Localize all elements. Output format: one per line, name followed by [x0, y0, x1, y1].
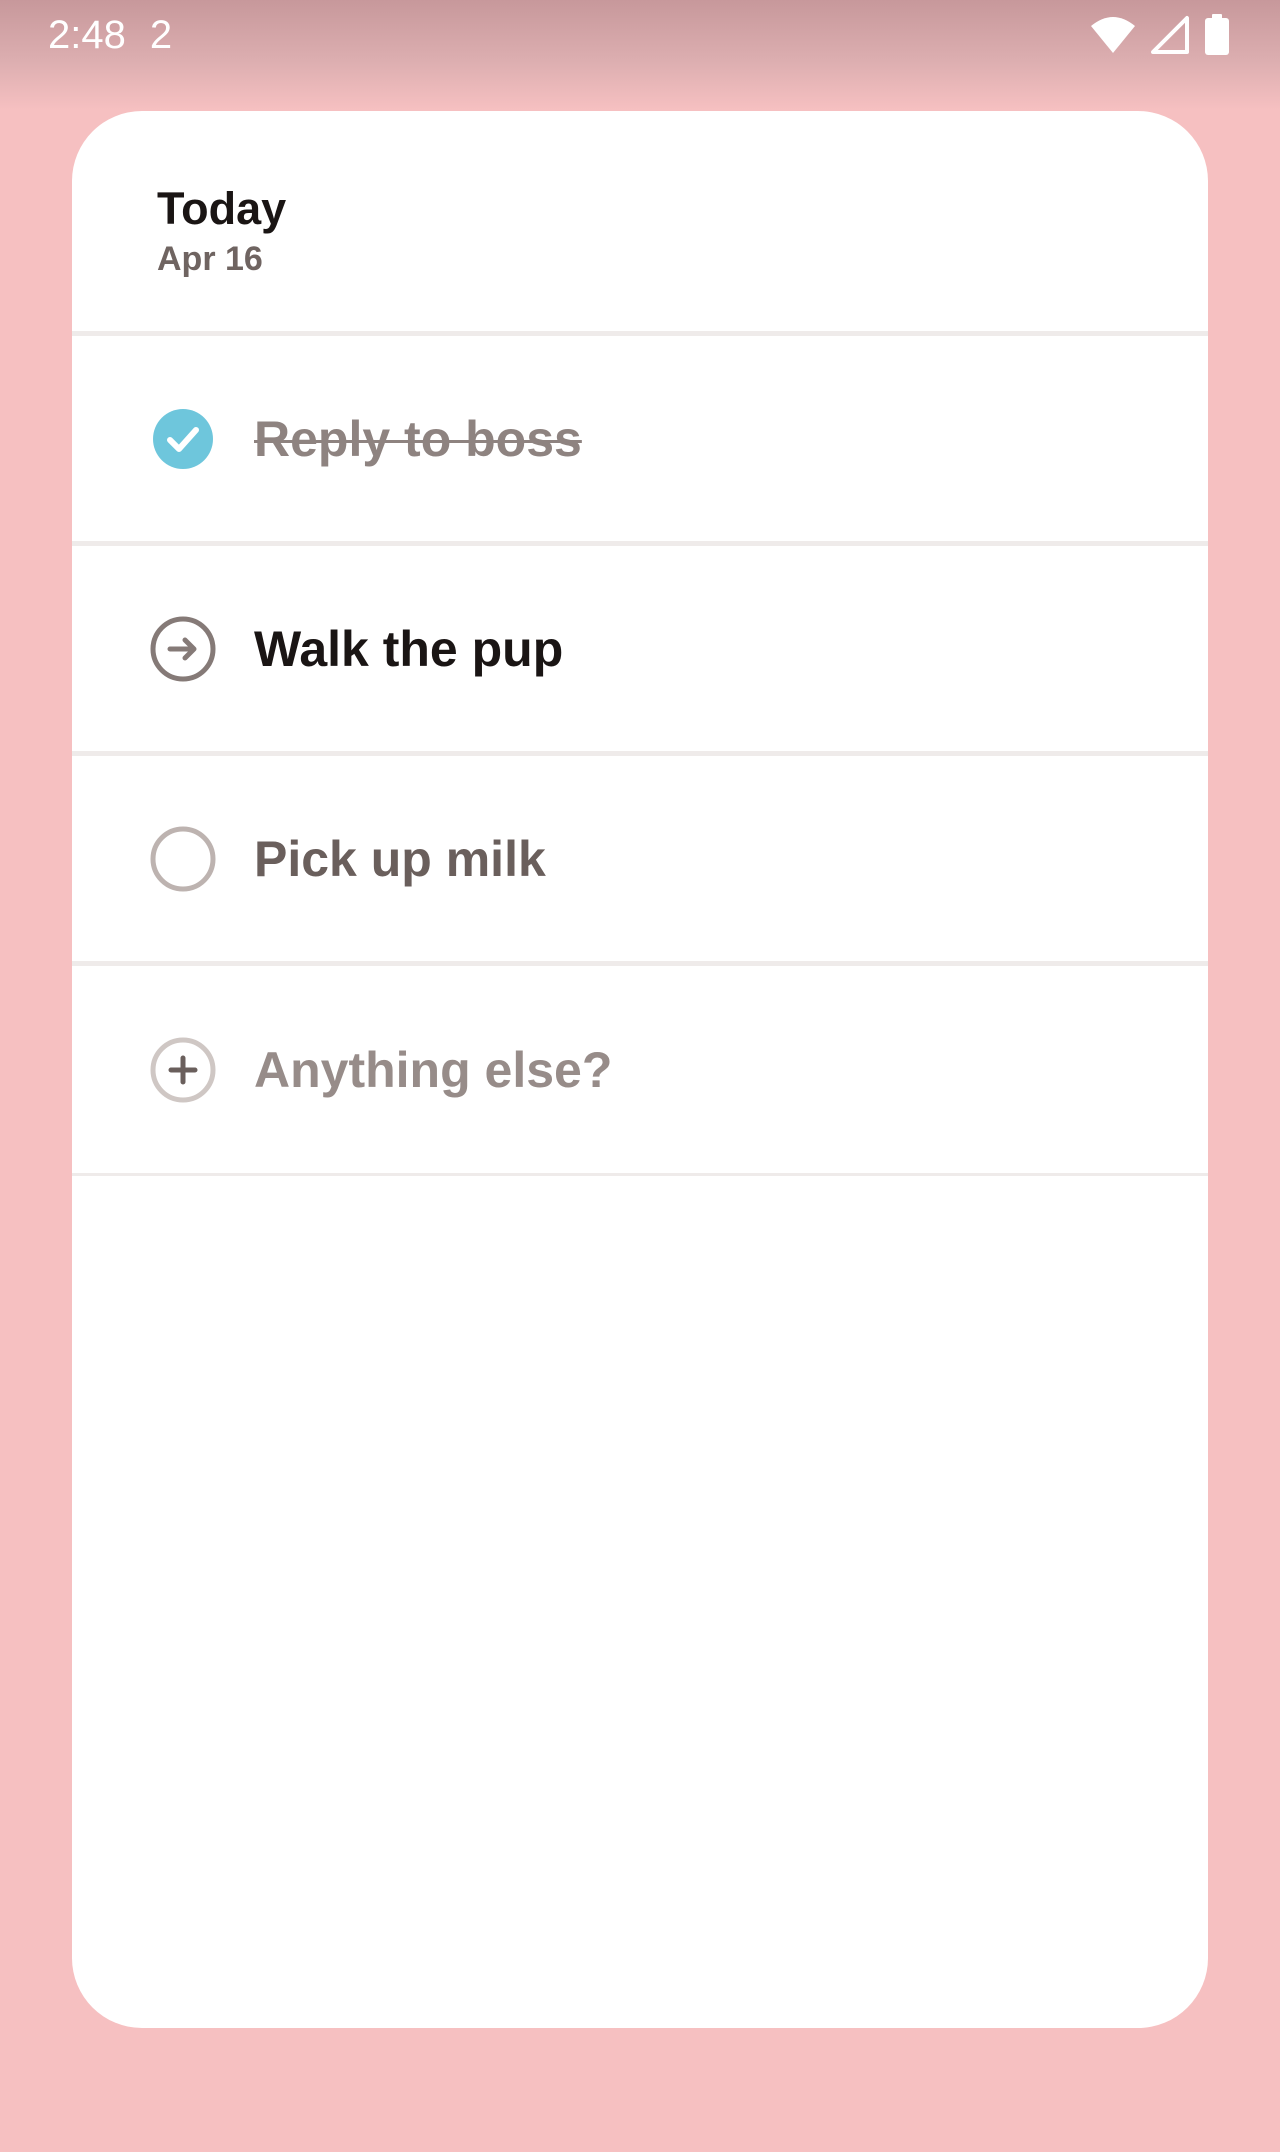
- task-row-in-progress[interactable]: Walk the pup: [72, 546, 1208, 756]
- page-date: Apr 16: [157, 240, 263, 278]
- status-right: [1090, 14, 1230, 61]
- task-row-pending[interactable]: Pick up milk: [72, 756, 1208, 966]
- card-header: Today Apr 16: [72, 111, 1208, 336]
- add-task-input[interactable]: Anything else?: [254, 1040, 612, 1100]
- add-task-row[interactable]: Anything else?: [72, 966, 1208, 1176]
- cell-signal-icon: [1150, 15, 1190, 60]
- task-label: Pick up milk: [254, 830, 546, 887]
- task-label: Reply to boss: [254, 410, 582, 467]
- task-label: Walk the pup: [254, 620, 564, 677]
- status-bar: 2:48 2: [0, 0, 1280, 110]
- task-card: Today Apr 16 Reply to boss Walk the pup …: [72, 111, 1208, 2028]
- status-left: 2:48 2: [48, 12, 172, 58]
- wifi-icon: [1090, 15, 1136, 60]
- plus-circle-icon[interactable]: [150, 1037, 216, 1103]
- empty-circle-icon[interactable]: [150, 826, 216, 892]
- task-row-done[interactable]: Reply to boss: [72, 336, 1208, 546]
- battery-icon: [1204, 14, 1230, 61]
- page-title: Today: [157, 183, 287, 234]
- arrow-right-circle-icon[interactable]: [150, 616, 216, 682]
- notification-count: 2: [149, 13, 173, 57]
- status-time: 2:48: [48, 13, 126, 57]
- check-circle-icon[interactable]: [150, 406, 216, 472]
